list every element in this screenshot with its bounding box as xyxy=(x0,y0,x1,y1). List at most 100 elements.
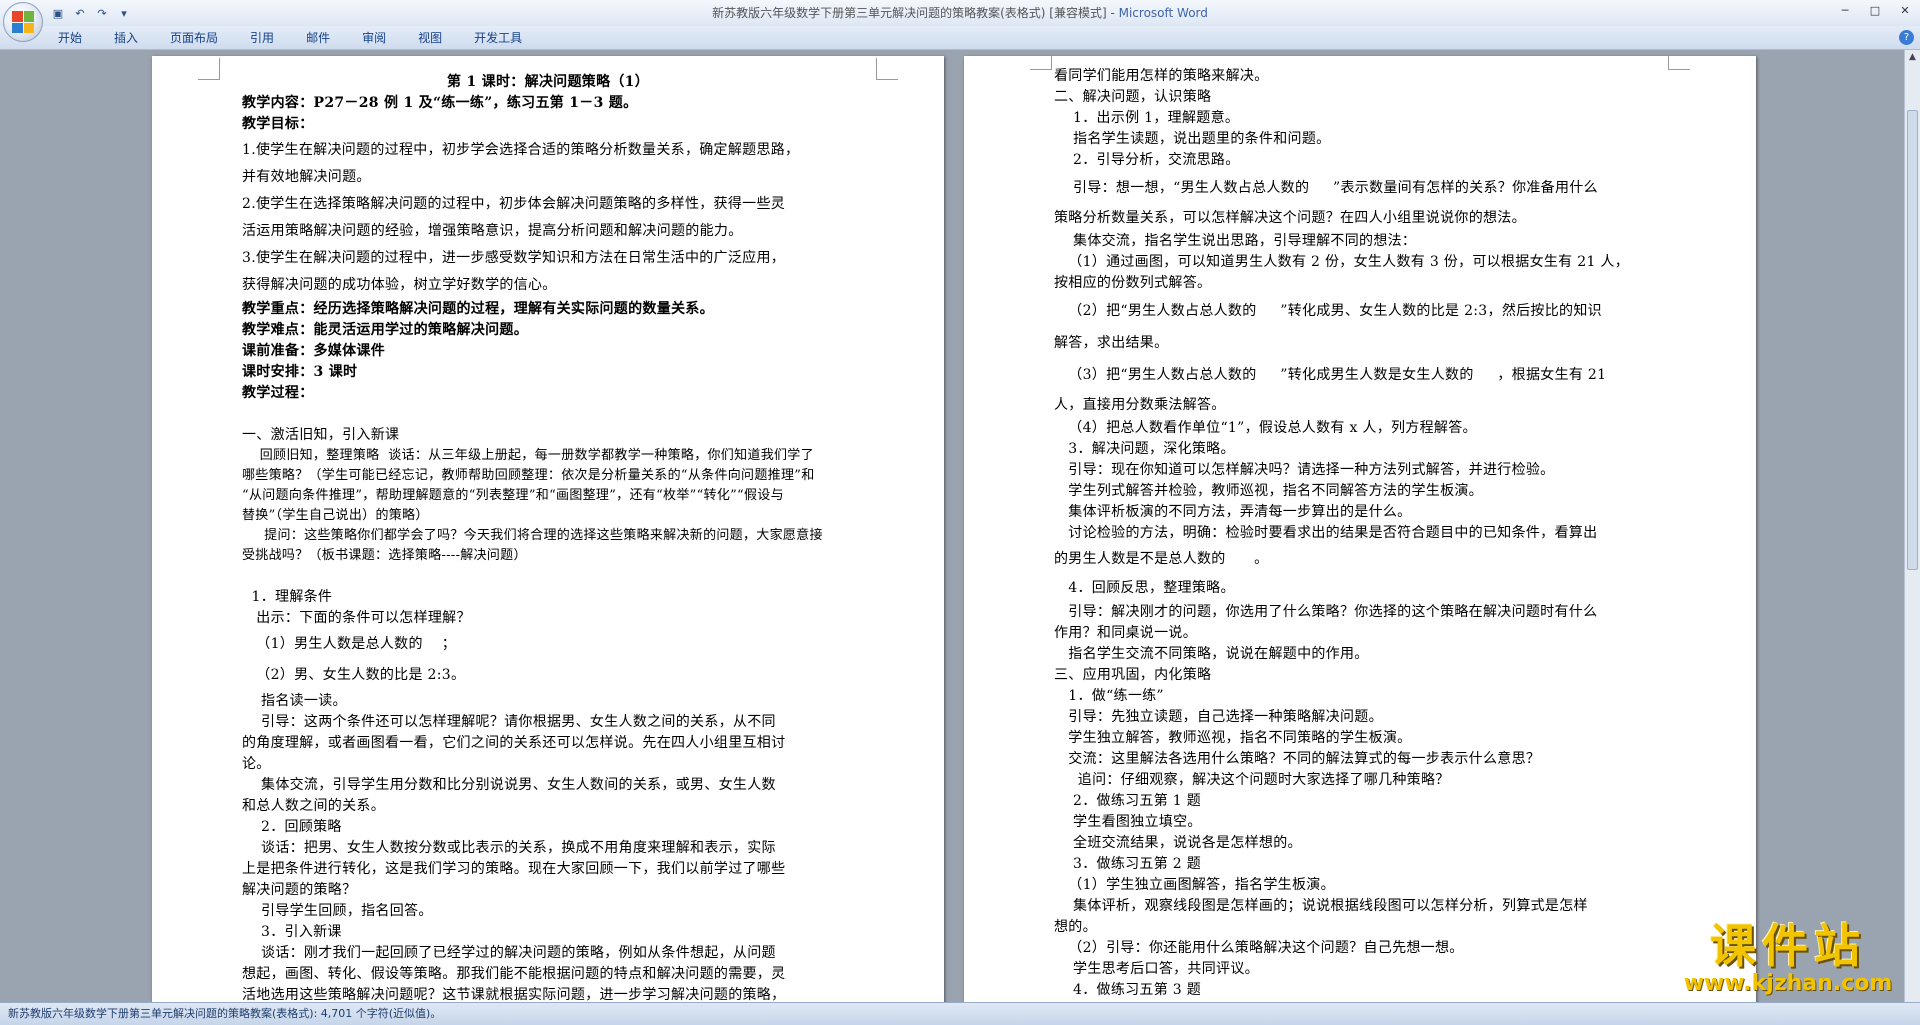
doc-line: 学生看图独立填空。 xyxy=(1054,814,1202,830)
doc-line: 1．理解条件 xyxy=(242,589,333,605)
doc-line: 想的。 xyxy=(1054,919,1097,935)
doc-line: 教学内容：P27－28 例 1 及“练一练”，练习五第 1－3 题。 xyxy=(242,95,638,111)
window-title: 新苏教版六年级数学下册第三单元解决问题的策略教案(表格式) [兼容模式] - M… xyxy=(0,0,1920,26)
watermark-text: 课件站 xyxy=(1710,919,1866,973)
doc-line: 2.使学生在选择策略解决问题的过程中，初步体会解决问题策略的多样性，获得一些灵 xyxy=(242,196,786,212)
doc-line: 指名读一读。 xyxy=(242,693,347,709)
doc-line: 课时安排：3 课时 xyxy=(242,364,358,380)
document-page-left[interactable]: 第 1 课时：解决问题策略（1） 教学内容：P27－28 例 1 及“练一练”，… xyxy=(152,56,944,1002)
tab-mailings[interactable]: 邮件 xyxy=(296,26,340,50)
office-button[interactable] xyxy=(3,2,43,42)
doc-line: 4．回顾反思，整理策略。 xyxy=(1054,580,1235,596)
doc-line: 课前准备：多媒体课件 xyxy=(242,343,385,359)
doc-line: 解答，求出结果。 xyxy=(1054,335,1169,351)
scroll-up-icon[interactable]: ▲ xyxy=(1905,50,1920,64)
doc-line: 并有效地解决问题。 xyxy=(242,169,371,185)
doc-line: 替换”（学生自己说出）的策略） xyxy=(242,508,429,523)
doc-line: 的角度理解，或者画图看一看，它们之间的关系还可以怎样说。先在四人小组里互相讨 xyxy=(242,735,786,751)
tab-page-layout[interactable]: 页面布局 xyxy=(160,26,228,50)
doc-line: 的男生人数是不是总人数的 。 xyxy=(1054,551,1269,567)
doc-line: 引导：解决刚才的问题，你选用了什么策略？你选择的这个策略在解决问题时有什么 xyxy=(1054,604,1598,620)
doc-line: 引导学生回顾，指名回答。 xyxy=(242,903,433,919)
doc-line: 全班交流结果，说说各是怎样想的。 xyxy=(1054,835,1302,851)
title-bar: 新苏教版六年级数学下册第三单元解决问题的策略教案(表格式) [兼容模式] - M… xyxy=(0,0,1920,26)
redo-icon[interactable]: ↷ xyxy=(94,5,110,21)
undo-icon[interactable]: ↶ xyxy=(72,5,88,21)
status-text: 新苏教版六年级数学下册第三单元解决问题的策略教案(表格式): 4,701 个字符… xyxy=(8,1007,442,1020)
doc-line: 按相应的份数列式解答。 xyxy=(1054,275,1212,291)
doc-line: （3）把“男生人数占总人数的 ”转化成男生人数是女生人数的 ，根据女生有 21 xyxy=(1054,367,1607,383)
doc-line: 学生思考后口答，共同评议。 xyxy=(1054,961,1259,977)
page-corner-mark xyxy=(1030,56,1052,70)
doc-line: 回顾旧知，整理策略 谈话：从三年级上册起，每一册数学都教学一种策略，你们知道我们… xyxy=(242,448,814,463)
doc-line: 和总人数之间的关系。 xyxy=(242,798,385,814)
doc-line: 论。 xyxy=(242,756,271,772)
lesson-title: 第 1 课时：解决问题策略（1） xyxy=(446,74,650,90)
doc-line: （2）引导：你还能用什么策略解决这个问题？自己先想一想。 xyxy=(1054,940,1464,956)
minimize-button[interactable]: ─ xyxy=(1830,0,1860,20)
help-icon[interactable]: ? xyxy=(1899,30,1914,45)
doc-line: 1.使学生在解决问题的过程中，初步学会选择合适的策略分析数量关系，确定解题思路， xyxy=(242,142,800,158)
doc-line: 看同学们能用怎样的策略来解决。 xyxy=(1054,68,1269,84)
doc-line: 4．做练习五第 3 题 xyxy=(1054,982,1202,998)
doc-line: 3．做练习五第 2 题 xyxy=(1054,856,1202,872)
office-logo-icon xyxy=(12,11,34,33)
tab-view[interactable]: 视图 xyxy=(408,26,452,50)
page-corner-mark xyxy=(198,58,220,80)
page-body: 第 1 课时：解决问题策略（1） 教学内容：P27－28 例 1 及“练一练”，… xyxy=(242,72,854,1002)
tab-developer[interactable]: 开发工具 xyxy=(464,26,532,50)
save-icon[interactable]: ▣ xyxy=(50,5,66,21)
maximize-button[interactable]: □ xyxy=(1860,0,1890,20)
ribbon-tabs: 开始 插入 页面布局 引用 邮件 审阅 视图 开发工具 xyxy=(48,26,544,50)
doc-line: 讨论检验的方法，明确：检验时要看求出的结果是否符合题目中的已知条件，看算出 xyxy=(1054,525,1598,541)
doc-line: 指名学生交流不同策略，说说在解题中的作用。 xyxy=(1054,646,1369,662)
page-body: 看同学们能用怎样的策略来解决。 二、解决问题，认识策略 1．出示例 1，理解题意… xyxy=(1054,66,1666,1001)
tab-review[interactable]: 审阅 xyxy=(352,26,396,50)
doc-line: 谈话：把男、女生人数按分数或比表示的关系，换成不用角度来理解和表示，实际 xyxy=(242,840,776,856)
doc-line: 引导：先独立读题，自己选择一种策略解决问题。 xyxy=(1054,709,1383,725)
doc-line: 2．回顾策略 xyxy=(242,819,342,835)
doc-line: 解决问题的策略？ xyxy=(242,882,357,898)
vertical-scrollbar[interactable]: ▲ xyxy=(1904,50,1920,1002)
doc-line: 提问：这些策略你们都学会了吗？今天我们将合理的选择这些策略来解决新的问题，大家愿… xyxy=(242,528,823,543)
document-page-right[interactable]: 看同学们能用怎样的策略来解决。 二、解决问题，认识策略 1．出示例 1，理解题意… xyxy=(964,56,1756,1002)
doc-line: 作用？和同桌说一说。 xyxy=(1054,625,1197,641)
doc-line: 1．做“练一练” xyxy=(1054,688,1164,704)
tab-home[interactable]: 开始 xyxy=(48,26,92,50)
doc-line: 活地选用这些策略解决问题呢？这节课就根据实际问题，进一步学习解决问题的策略， xyxy=(242,987,786,1002)
doc-line: 引导：想一想，“男生人数占总人数的 ”表示数量间有怎样的关系？你准备用什么 xyxy=(1054,180,1598,196)
tab-insert[interactable]: 插入 xyxy=(104,26,148,50)
doc-line: 指名学生读题，说出题里的条件和问题。 xyxy=(1054,131,1331,147)
customize-icon[interactable]: ▾ xyxy=(116,5,132,21)
doc-line: 3．解决问题，深化策略。 xyxy=(1054,441,1235,457)
doc-line: 学生列式解答并检验，教师巡视，指名不同解答方法的学生板演。 xyxy=(1054,483,1483,499)
doc-line: 集体评析板演的不同方法，弄清每一步算出的是什么。 xyxy=(1054,504,1412,520)
doc-line: 引导：现在你知道可以怎样解决吗？请选择一种方法列式解答，并进行检验。 xyxy=(1054,462,1555,478)
close-button[interactable]: ✕ xyxy=(1890,0,1920,20)
doc-line: （1）男生人数是总人数的 ； xyxy=(242,636,457,652)
doc-line: 引导：这两个条件还可以怎样理解呢？请你根据男、女生人数之间的关系，从不同 xyxy=(242,714,776,730)
doc-line: 3.使学生在解决问题的过程中，进一步感受数学知识和方法在日常生活中的广泛应用， xyxy=(242,250,786,266)
doc-line: 2．引导分析，交流思路。 xyxy=(1054,152,1240,168)
doc-line: （2）把“男生人数占总人数的 ”转化成男、女生人数的比是 2:3，然后按比的知识 xyxy=(1054,303,1602,319)
doc-line: 学生独立解答，教师巡视，指名不同策略的学生板演。 xyxy=(1054,730,1412,746)
doc-line: 上是把条件进行转化，这是我们学习的策略。现在大家回顾一下，我们以前学过了哪些 xyxy=(242,861,786,877)
doc-line: 教学过程： xyxy=(242,385,314,401)
doc-line: 交流：这里解法各选用什么策略？不同的解法算式的每一步表示什么意思？ xyxy=(1054,751,1541,767)
doc-line: 集体交流，指名学生说出思路，引导理解不同的想法： xyxy=(1054,233,1417,249)
quick-access-toolbar: ▣ ↶ ↷ ▾ xyxy=(50,4,132,22)
doc-line: 受挑战吗？（板书课题：选择策略----解决问题） xyxy=(242,548,527,563)
doc-line: 1．出示例 1，理解题意。 xyxy=(1054,110,1240,126)
doc-line: 教学目标： xyxy=(242,116,314,132)
document-area: 第 1 课时：解决问题策略（1） 教学内容：P27－28 例 1 及“练一练”，… xyxy=(0,50,1904,1002)
doc-line: 教学重点：经历选择策略解决问题的过程，理解有关实际问题的数量关系。 xyxy=(242,301,714,317)
window-controls: ─ □ ✕ xyxy=(1830,0,1920,20)
doc-line: 获得解决问题的成功体验，树立学好数学的信心。 xyxy=(242,277,557,293)
doc-line: “从问题向条件推理”，帮助理解题意的“列表整理”和“画图整理”，还有“枚举”“转… xyxy=(242,488,784,503)
doc-line: 追问：仔细观察，解决这个问题时大家选择了哪几种策略？ xyxy=(1054,772,1450,788)
doc-line: 想起，画图、转化、假设等策略。那我们能不能根据问题的特点和解决问题的需要，灵 xyxy=(242,966,786,982)
tab-references[interactable]: 引用 xyxy=(240,26,284,50)
scrollbar-thumb[interactable] xyxy=(1907,110,1918,570)
doc-line: 教学难点：能灵活运用学过的策略解决问题。 xyxy=(242,322,528,338)
